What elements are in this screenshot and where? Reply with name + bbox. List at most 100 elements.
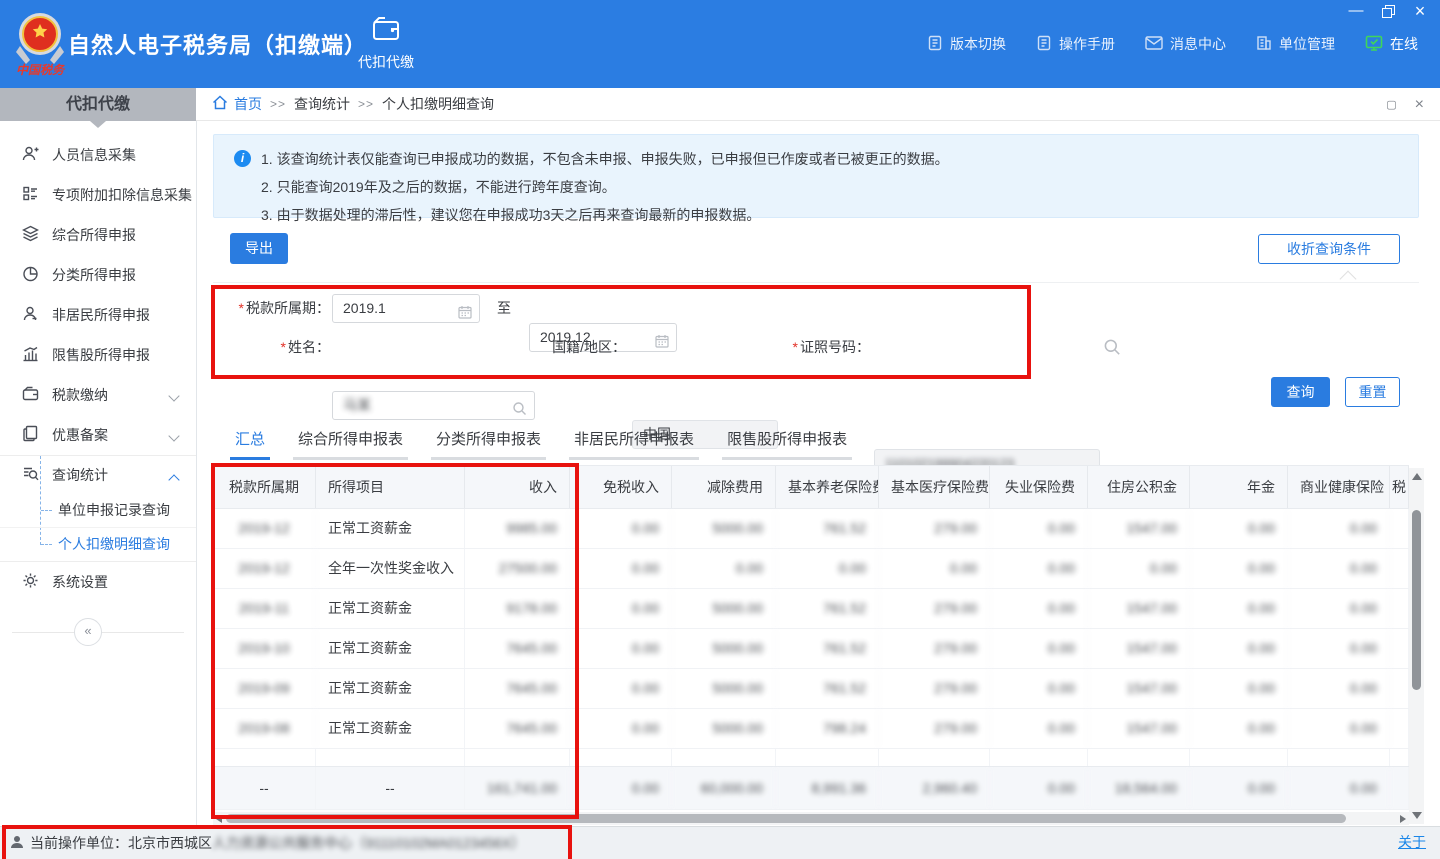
query-button[interactable]: 查询 [1271, 377, 1330, 407]
tax-bureau-logo: 中国税务 [14, 8, 66, 81]
table-cell [1390, 629, 1409, 668]
table-cell: 0.00 [1288, 589, 1390, 628]
table-cell: 1547.00 [1088, 669, 1190, 708]
calendar-icon[interactable] [655, 330, 669, 357]
sidebar-item-tax-payment[interactable]: 税款缴纳 [0, 375, 196, 415]
reset-button[interactable]: 重置 [1345, 377, 1400, 407]
search-icon[interactable] [512, 398, 527, 425]
table-cell: 0.00 [1288, 549, 1390, 588]
layers-icon [22, 225, 39, 245]
sidebar-item-comprehensive-income[interactable]: 综合所得申报 [0, 215, 196, 255]
table-cell: 8,991.36 [776, 767, 879, 809]
table-cell: 761.52 [776, 669, 879, 708]
table-row[interactable]: 2019-11正常工资薪金9178.000.005000.00761.52279… [213, 589, 1409, 629]
tab-comprehensive-income[interactable]: 综合所得申报表 [293, 427, 408, 460]
table-cell: 279.00 [879, 669, 990, 708]
vertical-scroll-thumb[interactable] [1412, 510, 1421, 690]
table-row[interactable]: 2019-09正常工资薪金7645.000.005000.00761.52279… [213, 669, 1409, 709]
tab-restricted-stock[interactable]: 限售股所得申报表 [722, 427, 852, 460]
wallet-icon [22, 385, 39, 405]
tab-withholding-module[interactable]: 代扣代缴 [344, 0, 428, 88]
horizontal-scrollbar[interactable] [213, 812, 1409, 825]
table-cell: 0.00 [570, 589, 672, 628]
export-button[interactable]: 导出 [230, 233, 288, 264]
scroll-down-icon[interactable] [1412, 812, 1422, 819]
table-cell: 2,960.40 [879, 767, 990, 809]
sidebar-subitem-unit-declare-record[interactable]: 单位申报记录查询 [0, 494, 196, 527]
table-cell: 9178.00 [465, 589, 570, 628]
sidebar-item-special-deduction[interactable]: 专项附加扣除信息采集 [0, 175, 196, 215]
horizontal-scroll-thumb[interactable] [226, 814, 1346, 823]
table-cell: 0.00 [990, 589, 1088, 628]
table-cell: 1547.00 [1088, 589, 1190, 628]
breadcrumb-level2[interactable]: 查询统计 [294, 94, 350, 114]
scroll-left-icon[interactable] [216, 815, 222, 823]
tab-classified-income[interactable]: 分类所得申报表 [431, 427, 546, 460]
notice-line: 3. 由于数据处理的滞后性，建议您在申报成功3天之后再来查询最新的申报数据。 [261, 201, 949, 229]
table-row[interactable]: 2019-08正常工资薪金7645.000.005000.00798.24279… [213, 709, 1409, 749]
menu-online-status[interactable]: 在线 [1365, 34, 1418, 54]
sidebar-item-nonresident-income[interactable]: 非居民所得申报 [0, 295, 196, 335]
sidebar-subitem-personal-withholding-detail[interactable]: 个人扣缴明细查询 [0, 527, 196, 561]
divider [213, 282, 1419, 283]
scroll-right-icon[interactable] [1400, 815, 1406, 823]
about-link[interactable]: 关于 [1398, 832, 1426, 852]
breadcrumb-separator: >> [358, 97, 374, 111]
search-icon[interactable] [1103, 338, 1121, 359]
name-value: 马某 [343, 397, 371, 413]
name-input[interactable]: 马某 [332, 391, 535, 420]
table-cell: 18,564.00 [1088, 767, 1190, 809]
sidebar-item-query-statistics[interactable]: 查询统计 [0, 456, 196, 494]
menu-manual[interactable]: 操作手册 [1036, 34, 1115, 54]
table-cell: 27500.00 [465, 549, 570, 588]
menu-unit-management[interactable]: 单位管理 [1256, 34, 1335, 54]
menu-message-center[interactable]: 消息中心 [1145, 34, 1226, 54]
table-cell: .. [316, 749, 465, 766]
sidebar-collapse-button[interactable]: « [74, 618, 102, 646]
breadcrumb-home[interactable]: 首页 [234, 94, 262, 114]
menu-label: 消息中心 [1170, 34, 1226, 54]
home-icon[interactable] [212, 95, 228, 113]
required-marker: * [793, 339, 798, 355]
table-cell: -- [316, 767, 465, 809]
mail-icon [1145, 36, 1163, 53]
sidebar-item-preferential-filing[interactable]: 优惠备案 [0, 415, 196, 455]
panel-close-icon[interactable]: × [1415, 96, 1424, 114]
sidebar-item-label: 分类所得申报 [52, 265, 136, 285]
sidebar-item-restricted-stock[interactable]: 限售股所得申报 [0, 335, 196, 375]
table-cell: 0.00 [570, 509, 672, 548]
sidebar-item-personnel-info[interactable]: 人员信息采集 [0, 135, 196, 175]
table-cell: 0.00 [570, 549, 672, 588]
online-status-icon [1365, 35, 1383, 54]
panel-maximize-icon[interactable]: ▢ [1386, 98, 1396, 111]
period-start-input[interactable]: 2019.1 [332, 294, 480, 323]
building-icon [1256, 35, 1272, 54]
menu-version-switch[interactable]: 版本切换 [927, 34, 1006, 54]
table-cell: 0.00 [990, 709, 1088, 748]
fold-query-button[interactable]: 收折查询条件 [1258, 234, 1400, 264]
breadcrumb-current: 个人扣缴明细查询 [382, 94, 494, 114]
table-row[interactable]: 2019-12全年一次性奖金收入27500.000.000.000.000.00… [213, 549, 1409, 589]
calendar-icon[interactable] [458, 301, 472, 328]
nationality-label: 国籍/地区： [536, 333, 626, 362]
table-cell: 0.00 [990, 669, 1088, 708]
table-cell: 2019-10 [213, 629, 316, 668]
scroll-up-icon[interactable] [1412, 473, 1422, 480]
fold-caret [1340, 271, 1357, 288]
sidebar-item-label: 税款缴纳 [52, 385, 108, 405]
table-row[interactable]: 2019-10正常工资薪金7645.000.005000.00761.52279… [213, 629, 1409, 669]
table-cell: 1547.00 [1088, 709, 1190, 748]
sidebar-item-system-settings[interactable]: 系统设置 [0, 562, 196, 602]
table-row[interactable]: 2019-12正常工资薪金9985.000.005000.00761.52279… [213, 509, 1409, 549]
table-cell: 0.00 [1288, 509, 1390, 548]
tab-nonresident-income[interactable]: 非居民所得申报表 [569, 427, 699, 460]
sidebar-item-label: 综合所得申报 [52, 225, 136, 245]
table-cell: 5000.00 [672, 589, 776, 628]
column-header: 税款所属期 [213, 466, 316, 508]
tab-summary[interactable]: 汇总 [230, 427, 270, 460]
sidebar-item-label: 专项附加扣除信息采集 [52, 185, 192, 205]
top-menu: 版本切换 操作手册 消息中心 单位管理 [927, 0, 1418, 88]
vertical-scrollbar[interactable] [1409, 468, 1424, 824]
sidebar-item-classified-income[interactable]: 分类所得申报 [0, 255, 196, 295]
table-cell: 7645.00 [465, 629, 570, 668]
